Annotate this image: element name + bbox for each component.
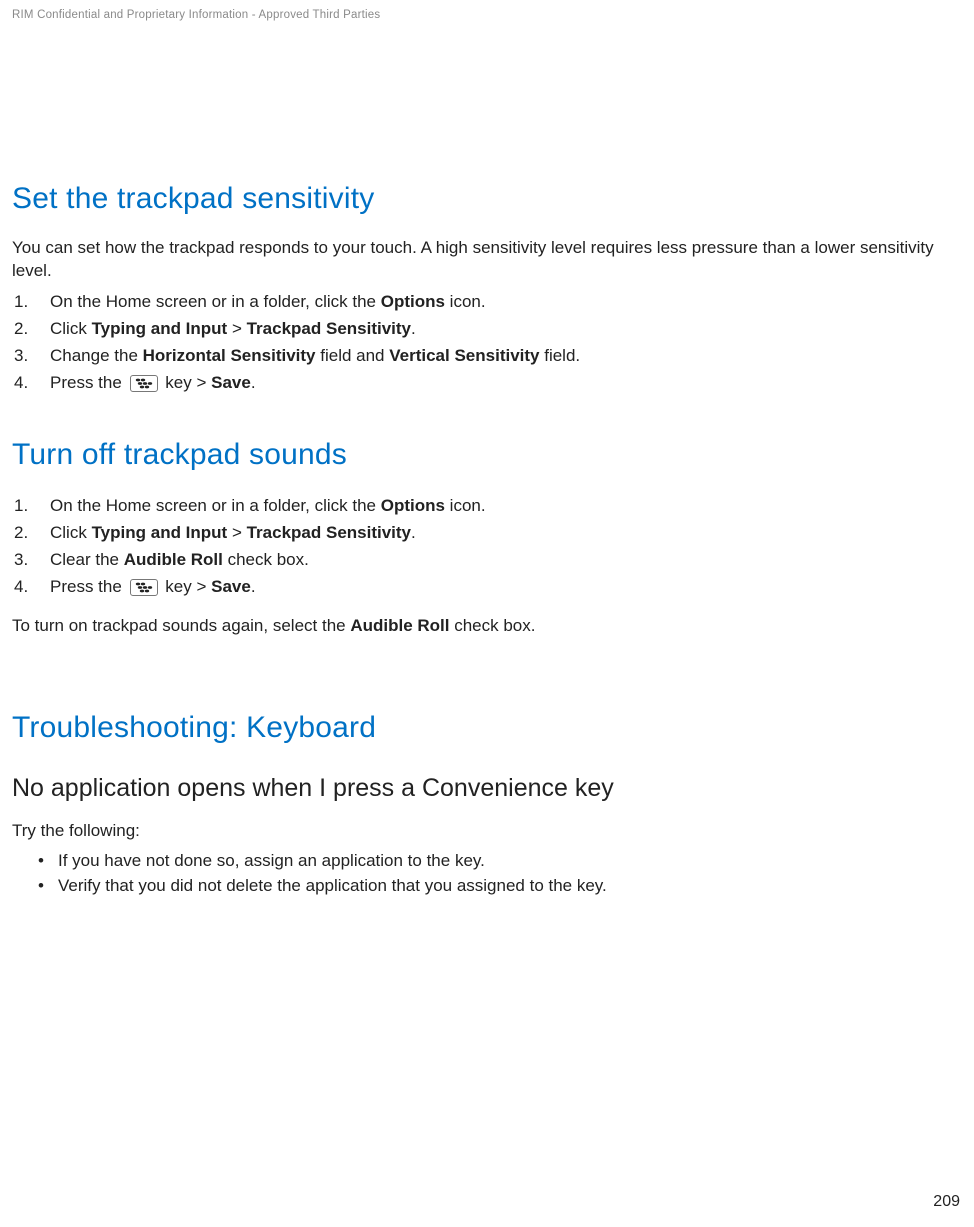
section2-outro: To turn on trackpad sounds again, select… (12, 615, 962, 638)
list-item: 2. Click Typing and Input > Trackpad Sen… (12, 520, 962, 547)
list-item: 3. Clear the Audible Roll check box. (12, 547, 962, 574)
step-text: Clear the Audible Roll check box. (50, 549, 309, 572)
section2-steps: 1. On the Home screen or in a folder, cl… (12, 493, 962, 601)
list-item: 1. On the Home screen or in a folder, cl… (12, 289, 962, 316)
page-content: Set the trackpad sensitivity You can set… (12, 179, 962, 899)
step-text: Press the key > Save. (50, 372, 256, 395)
list-item: 2. Click Typing and Input > Trackpad Sen… (12, 316, 962, 343)
list-item: • If you have not done so, assign an appl… (38, 849, 962, 874)
list-item: 3. Change the Horizontal Sensitivity fie… (12, 343, 962, 370)
section-title-trackpad-sounds: Turn off trackpad sounds (12, 435, 962, 476)
step-number: 1. (14, 291, 34, 314)
step-text: Click Typing and Input > Trackpad Sensit… (50, 318, 416, 341)
step-number: 3. (14, 345, 34, 368)
bullet-text: Verify that you did not delete the appli… (58, 875, 607, 898)
step-number: 1. (14, 495, 34, 518)
page-number: 209 (933, 1191, 960, 1213)
step-text: On the Home screen or in a folder, click… (50, 291, 486, 314)
list-item: 1. On the Home screen or in a folder, cl… (12, 493, 962, 520)
section-title-trackpad-sensitivity: Set the trackpad sensitivity (12, 179, 962, 220)
list-item: 4. Press the key > Save. (12, 574, 962, 601)
step-number: 2. (14, 522, 34, 545)
step-text: On the Home screen or in a folder, click… (50, 495, 486, 518)
section1-intro: You can set how the trackpad responds to… (12, 237, 962, 283)
bullet-icon: • (38, 875, 48, 898)
section1-steps: 1. On the Home screen or in a folder, cl… (12, 289, 962, 397)
subsection-title-convenience-key: No application opens when I press a Conv… (12, 772, 962, 806)
step-text: Press the key > Save. (50, 576, 256, 599)
step-text: Change the Horizontal Sensitivity field … (50, 345, 580, 368)
troubleshoot-bullets: • If you have not done so, assign an appl… (12, 849, 962, 899)
step-number: 2. (14, 318, 34, 341)
step-number: 3. (14, 549, 34, 572)
list-item: • Verify that you did not delete the appl… (38, 874, 962, 899)
confidential-header: RIM Confidential and Proprietary Informa… (12, 8, 962, 24)
section-title-troubleshooting: Troubleshooting: Keyboard (12, 708, 962, 749)
step-number: 4. (14, 576, 34, 599)
blackberry-key-icon (130, 579, 158, 596)
blackberry-key-icon (130, 375, 158, 392)
step-text: Click Typing and Input > Trackpad Sensit… (50, 522, 416, 545)
try-following: Try the following: (12, 820, 962, 843)
step-number: 4. (14, 372, 34, 395)
list-item: 4. Press the key > Save. (12, 370, 962, 397)
bullet-icon: • (38, 850, 48, 873)
bullet-text: If you have not done so, assign an appli… (58, 850, 485, 873)
